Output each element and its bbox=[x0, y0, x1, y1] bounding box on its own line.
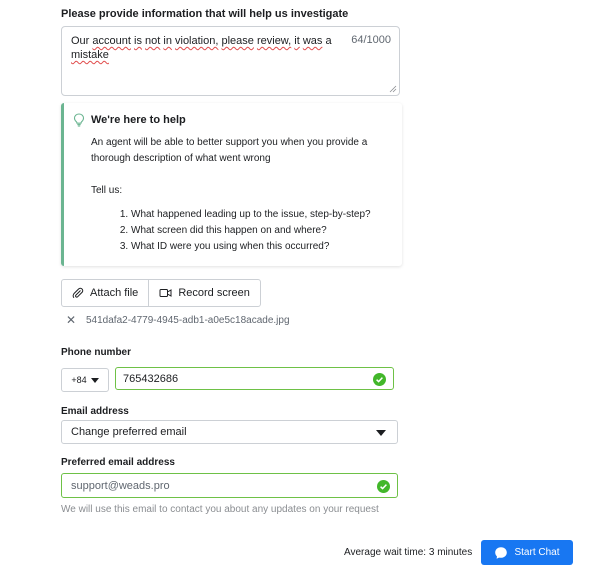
preferred-email-input[interactable]: support@weads.pro bbox=[61, 473, 398, 498]
help-body: An agent will be able to better support … bbox=[91, 135, 391, 255]
phone-value: 765432686 bbox=[123, 372, 179, 385]
caret-down-icon bbox=[90, 377, 99, 383]
resize-handle-icon[interactable] bbox=[389, 85, 397, 93]
country-code-select[interactable]: +84 bbox=[61, 368, 109, 392]
close-icon[interactable]: ✕ bbox=[66, 313, 76, 327]
email-label: Email address bbox=[61, 406, 129, 417]
preferred-email-label: Preferred email address bbox=[61, 457, 175, 468]
attachment-button-group: Attach file Record screen bbox=[61, 279, 261, 307]
country-code-value: +84 bbox=[71, 375, 87, 385]
description-text: Our account is not in violation, please … bbox=[71, 35, 332, 61]
attach-file-label: Attach file bbox=[90, 287, 139, 299]
help-callout: We're here to help An agent will be able… bbox=[61, 103, 402, 266]
chat-bubble-icon bbox=[495, 546, 508, 559]
attached-file-name: 541dafa2-4779-4945-adb1-a0e5c18acade.jpg bbox=[86, 314, 290, 326]
start-chat-label: Start Chat bbox=[514, 547, 560, 558]
wait-time-text: Average wait time: 3 minutes bbox=[344, 547, 473, 558]
help-list-item: What screen did this happen on and where… bbox=[131, 223, 391, 239]
check-circle-icon bbox=[377, 480, 390, 493]
help-list: What happened leading up to the issue, s… bbox=[91, 207, 391, 255]
check-circle-icon bbox=[373, 373, 386, 386]
email-select[interactable]: Change preferred email bbox=[61, 420, 398, 444]
phone-label: Phone number bbox=[61, 347, 132, 358]
paperclip-icon bbox=[72, 287, 84, 299]
record-screen-button[interactable]: Record screen bbox=[148, 280, 260, 306]
email-select-value: Change preferred email bbox=[71, 426, 187, 438]
record-screen-label: Record screen bbox=[178, 287, 250, 299]
help-tell-us: Tell us: bbox=[91, 185, 123, 196]
preferred-email-value: support@weads.pro bbox=[71, 479, 170, 492]
help-list-item: What ID were you using when this occurre… bbox=[131, 239, 391, 255]
video-camera-icon bbox=[159, 289, 172, 297]
attach-file-button[interactable]: Attach file bbox=[62, 280, 148, 306]
help-title: We're here to help bbox=[91, 114, 186, 126]
description-textarea[interactable]: Our account is not in violation, please … bbox=[61, 26, 400, 96]
phone-input[interactable]: 765432686 bbox=[115, 367, 394, 390]
attached-file: ✕ 541dafa2-4779-4945-adb1-a0e5c18acade.j… bbox=[66, 313, 290, 327]
caret-down-icon bbox=[376, 430, 386, 436]
help-list-item: What happened leading up to the issue, s… bbox=[131, 207, 391, 223]
char-count: 64/1000 bbox=[351, 34, 391, 46]
help-intro: An agent will be able to better support … bbox=[91, 137, 368, 164]
description-label: Please provide information that will hel… bbox=[61, 8, 349, 20]
preferred-email-helper: We will use this email to contact you ab… bbox=[61, 504, 379, 515]
lightbulb-icon bbox=[73, 113, 85, 127]
start-chat-button[interactable]: Start Chat bbox=[481, 540, 573, 565]
